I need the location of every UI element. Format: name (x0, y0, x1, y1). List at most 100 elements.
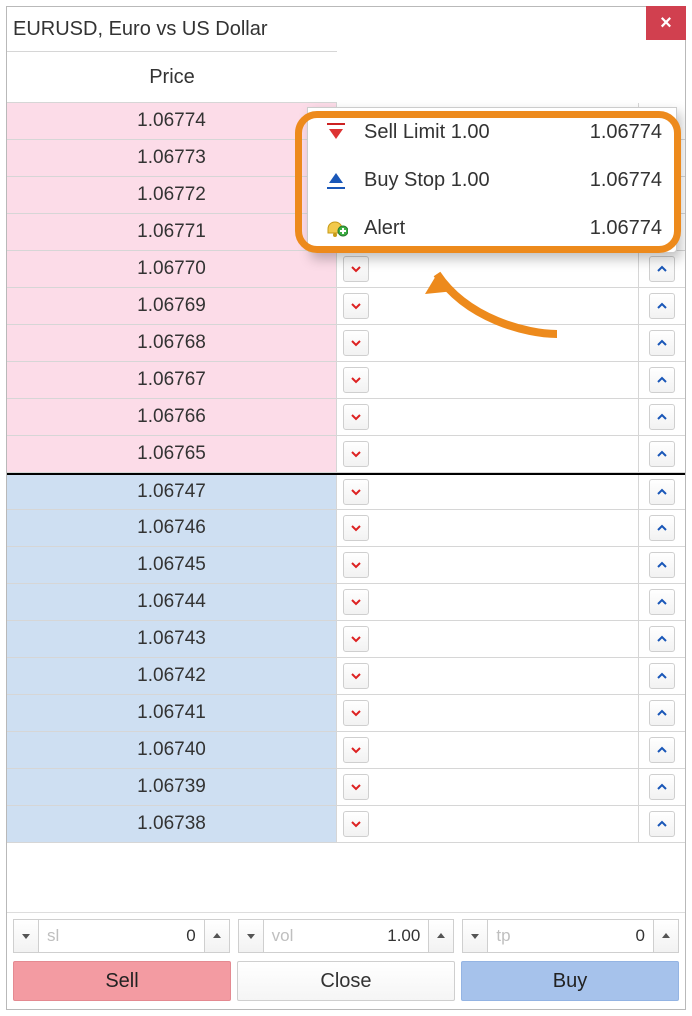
close-position-button[interactable]: Close (237, 961, 455, 1001)
menu-sell-limit[interactable]: Sell Limit 1.00 1.06774 (308, 108, 676, 156)
sell-at-row-button[interactable] (343, 256, 369, 282)
mid-cell (337, 658, 639, 694)
mid-cell (337, 732, 639, 768)
bid-row[interactable]: 1.06739 (7, 769, 685, 806)
right-cell (639, 325, 685, 361)
price-cell: 1.06766 (7, 399, 337, 435)
action-row: Sell Close Buy (13, 961, 679, 1001)
buy-at-row-button[interactable] (649, 330, 675, 356)
sell-at-row-button[interactable] (343, 626, 369, 652)
price-cell: 1.06740 (7, 732, 337, 768)
bid-row[interactable]: 1.06747 (7, 473, 685, 510)
sell-at-row-button[interactable] (343, 774, 369, 800)
buy-at-row-button[interactable] (649, 589, 675, 615)
buy-stop-icon (322, 169, 350, 191)
buy-at-row-button[interactable] (649, 515, 675, 541)
price-cell: 1.06745 (7, 547, 337, 583)
right-cell (639, 658, 685, 694)
sell-at-row-button[interactable] (343, 700, 369, 726)
buy-at-row-button[interactable] (649, 626, 675, 652)
titlebar: EURUSD, Euro vs US Dollar × (7, 7, 685, 51)
bid-row[interactable]: 1.06741 (7, 695, 685, 732)
buy-at-row-button[interactable] (649, 256, 675, 282)
price-cell: 1.06773 (7, 140, 337, 176)
mid-cell (337, 584, 639, 620)
mid-cell (337, 399, 639, 435)
buy-at-row-button[interactable] (649, 774, 675, 800)
menu-buy-stop[interactable]: Buy Stop 1.00 1.06774 (308, 156, 676, 204)
sell-at-row-button[interactable] (343, 515, 369, 541)
bid-row[interactable]: 1.06746 (7, 510, 685, 547)
tp-increment[interactable] (653, 919, 679, 953)
right-cell (639, 806, 685, 842)
vol-decrement[interactable] (238, 919, 264, 953)
sell-at-row-button[interactable] (343, 552, 369, 578)
bid-row[interactable]: 1.06743 (7, 621, 685, 658)
buy-at-row-button[interactable] (649, 293, 675, 319)
mid-cell (337, 621, 639, 657)
context-menu: Sell Limit 1.00 1.06774 Buy Stop 1.00 1.… (307, 107, 677, 253)
bottom-panel: sl 0 vol 1.00 tp 0 (7, 912, 685, 1009)
buy-at-row-button[interactable] (649, 811, 675, 837)
buy-at-row-button[interactable] (649, 700, 675, 726)
buy-at-row-button[interactable] (649, 663, 675, 689)
price-cell: 1.06771 (7, 214, 337, 250)
buy-at-row-button[interactable] (649, 552, 675, 578)
buy-button[interactable]: Buy (461, 961, 679, 1001)
bid-row[interactable]: 1.06742 (7, 658, 685, 695)
right-cell (639, 695, 685, 731)
sell-at-row-button[interactable] (343, 737, 369, 763)
ask-row[interactable]: 1.06770 (7, 251, 685, 288)
right-cell (639, 399, 685, 435)
mid-cell (337, 769, 639, 805)
price-cell: 1.06765 (7, 436, 337, 472)
sell-at-row-button[interactable] (343, 663, 369, 689)
ask-row[interactable]: 1.06765 (7, 436, 685, 473)
vol-spinner: vol 1.00 (238, 919, 455, 953)
ask-row[interactable]: 1.06767 (7, 362, 685, 399)
buy-at-row-button[interactable] (649, 737, 675, 763)
buy-at-row-button[interactable] (649, 479, 675, 505)
sl-spinner: sl 0 (13, 919, 230, 953)
close-window-button[interactable]: × (646, 6, 686, 40)
sl-field[interactable]: sl 0 (39, 919, 204, 953)
ask-row[interactable]: 1.06768 (7, 325, 685, 362)
ask-row[interactable]: 1.06769 (7, 288, 685, 325)
sell-button[interactable]: Sell (13, 961, 231, 1001)
price-column-header: Price (7, 51, 337, 103)
price-cell: 1.06738 (7, 806, 337, 842)
mid-cell (337, 362, 639, 398)
sell-at-row-button[interactable] (343, 441, 369, 467)
sell-at-row-button[interactable] (343, 589, 369, 615)
sell-at-row-button[interactable] (343, 811, 369, 837)
mid-cell (337, 436, 639, 472)
bid-row[interactable]: 1.06745 (7, 547, 685, 584)
sell-at-row-button[interactable] (343, 367, 369, 393)
body-area: Price 1.067741.067731.067721.067711.0677… (7, 51, 685, 912)
sell-at-row-button[interactable] (343, 479, 369, 505)
ask-row[interactable]: 1.06766 (7, 399, 685, 436)
price-cell: 1.06772 (7, 177, 337, 213)
right-cell (639, 510, 685, 546)
buy-at-row-button[interactable] (649, 404, 675, 430)
price-cell: 1.06770 (7, 251, 337, 287)
sl-increment[interactable] (204, 919, 230, 953)
vol-field[interactable]: vol 1.00 (264, 919, 429, 953)
vol-increment[interactable] (428, 919, 454, 953)
sl-decrement[interactable] (13, 919, 39, 953)
bid-row[interactable]: 1.06738 (7, 806, 685, 843)
menu-alert[interactable]: Alert 1.06774 (308, 204, 676, 252)
tp-decrement[interactable] (462, 919, 488, 953)
price-cell: 1.06747 (7, 475, 337, 509)
mid-cell (337, 695, 639, 731)
price-cell: 1.06767 (7, 362, 337, 398)
sell-at-row-button[interactable] (343, 404, 369, 430)
buy-at-row-button[interactable] (649, 441, 675, 467)
sell-at-row-button[interactable] (343, 293, 369, 319)
bid-row[interactable]: 1.06744 (7, 584, 685, 621)
bid-row[interactable]: 1.06740 (7, 732, 685, 769)
sell-at-row-button[interactable] (343, 330, 369, 356)
tp-field[interactable]: tp 0 (488, 919, 653, 953)
right-cell (639, 362, 685, 398)
buy-at-row-button[interactable] (649, 367, 675, 393)
